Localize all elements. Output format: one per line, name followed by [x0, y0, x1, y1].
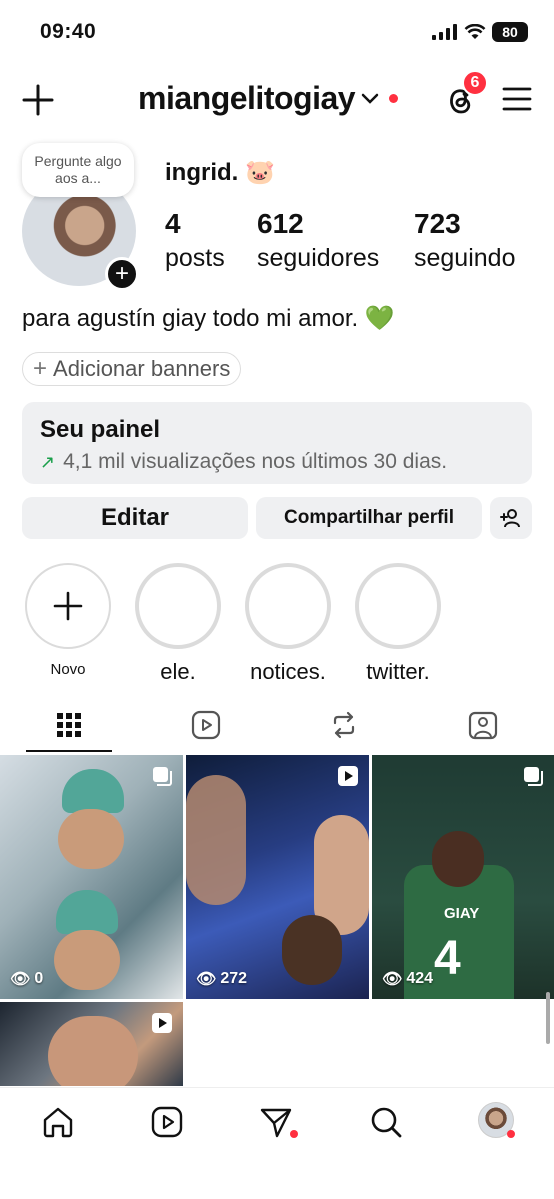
add-banners-button[interactable]: + Adicionar banners: [22, 352, 242, 386]
carousel-icon: [153, 767, 172, 786]
tab-posts[interactable]: [49, 706, 89, 744]
home-icon: [43, 1107, 73, 1138]
new-highlight-ring: [25, 563, 111, 649]
display-name: ingrid. 🐷: [165, 159, 275, 186]
edit-profile-button[interactable]: Editar: [22, 497, 248, 539]
nav-search[interactable]: [367, 1103, 405, 1141]
photo-detail: [432, 831, 484, 887]
view-count: 👁 0: [10, 969, 43, 989]
add-person-icon: [500, 509, 520, 528]
active-tab-indicator: [26, 750, 112, 752]
eye-icon: 👁: [10, 971, 31, 988]
username-label: miangelitogiay: [138, 80, 356, 116]
reels-icon: [191, 710, 221, 740]
battery-indicator: 80: [492, 22, 528, 42]
stat-followers[interactable]: 612 seguidores: [257, 208, 379, 273]
plus-icon: [53, 591, 83, 621]
view-count: 👁 424: [382, 969, 433, 989]
create-button[interactable]: [18, 80, 58, 120]
reposts-icon: [333, 711, 355, 739]
note-bubble[interactable]: Pergunte algo aos a...: [22, 143, 134, 197]
highlight-label: Novo: [50, 661, 86, 678]
threads-badge: 6: [462, 70, 488, 96]
eye-icon: 👁: [196, 971, 217, 988]
add-story-button[interactable]: +: [105, 257, 139, 291]
nav-home[interactable]: [39, 1103, 77, 1141]
stat-value: 4: [165, 208, 181, 239]
signal-icon: [432, 24, 457, 40]
dashboard-title: Seu painel: [40, 416, 161, 443]
photo-detail: [282, 915, 342, 985]
stat-label: posts: [165, 244, 225, 272]
status-time: 09:40: [40, 20, 97, 43]
reels-icon: [151, 1106, 183, 1138]
highlight-label: twitter.: [366, 659, 430, 684]
photo-detail: [54, 930, 120, 990]
nav-reels[interactable]: [148, 1103, 186, 1141]
stat-posts[interactable]: 4 posts: [165, 208, 225, 273]
highlight-item[interactable]: notices.: [245, 563, 331, 685]
chevron-down-icon: [361, 93, 379, 104]
photo-detail: [48, 1016, 138, 1086]
account-switcher[interactable]: miangelitogiay: [138, 80, 399, 117]
carousel-icon: [524, 767, 543, 786]
add-banners-label: Adicionar banners: [53, 356, 231, 381]
reel-play-icon: [338, 766, 358, 786]
highlight-ring: [135, 563, 221, 649]
photo-detail: [56, 890, 118, 934]
post-thumbnail[interactable]: 👁 272: [186, 755, 369, 999]
profile-unread-dot: [507, 1130, 515, 1138]
photo-detail: [62, 769, 124, 813]
tagged-icon: [468, 711, 498, 740]
jersey-name: GIAY: [444, 905, 480, 922]
options-menu-button[interactable]: [500, 84, 534, 114]
discover-people-button[interactable]: [490, 497, 532, 539]
post-thumbnail[interactable]: 👁 0: [0, 755, 183, 999]
share-profile-button[interactable]: Compartilhar perfil: [256, 497, 482, 539]
plus-icon: +: [33, 355, 48, 382]
stat-value: 723: [414, 208, 461, 239]
trend-up-icon: ↗: [40, 451, 56, 472]
bio-text: para agustín giay todo mi amor. 💚: [22, 305, 395, 332]
stat-label: seguidores: [257, 244, 380, 272]
eye-icon: 👁: [382, 971, 403, 988]
view-count: 👁 272: [196, 969, 247, 989]
highlight-ring: [245, 563, 331, 649]
reel-play-icon: [152, 1013, 172, 1033]
post-thumbnail[interactable]: [0, 1002, 183, 1086]
stat-label: seguindo: [414, 244, 516, 272]
stat-following[interactable]: 723 seguindo: [414, 208, 515, 273]
wifi-icon: [464, 24, 486, 39]
view-count-value: 424: [406, 970, 434, 987]
scrollbar[interactable]: [546, 992, 550, 1044]
highlight-label: notices.: [250, 659, 326, 684]
send-icon: [260, 1108, 292, 1138]
highlight-label: ele.: [160, 659, 196, 684]
tab-tagged[interactable]: [463, 706, 503, 744]
tab-reels[interactable]: [186, 706, 226, 744]
direct-unread-dot: [290, 1130, 298, 1138]
post-thumbnail[interactable]: GIAY 4 👁 424: [372, 755, 554, 999]
plus-icon: [22, 84, 54, 116]
dashboard-subtitle: 4,1 mil visualizações nos últimos 30 dia…: [63, 450, 448, 473]
view-count-value: 272: [220, 970, 248, 987]
status-indicators: 80: [432, 22, 528, 42]
plus-icon: +: [114, 260, 129, 287]
highlight-item[interactable]: ele.: [135, 563, 221, 685]
jersey-number: 4: [434, 932, 461, 985]
search-icon: [371, 1107, 402, 1138]
view-count-value: 0: [34, 970, 44, 987]
highlight-ring: [355, 563, 441, 649]
photo-detail: [58, 809, 124, 869]
unread-dot: [389, 94, 399, 103]
highlight-new[interactable]: Novo: [25, 563, 111, 678]
photo-detail: [186, 775, 246, 905]
grid-icon: [57, 713, 81, 737]
professional-dashboard[interactable]: Seu painel ↗ 4,1 mil visualizações nos ú…: [22, 402, 532, 484]
highlight-item[interactable]: twitter.: [355, 563, 441, 685]
tab-reposts[interactable]: [324, 706, 364, 744]
stat-value: 612: [257, 208, 304, 239]
hamburger-menu-icon: [502, 87, 532, 111]
